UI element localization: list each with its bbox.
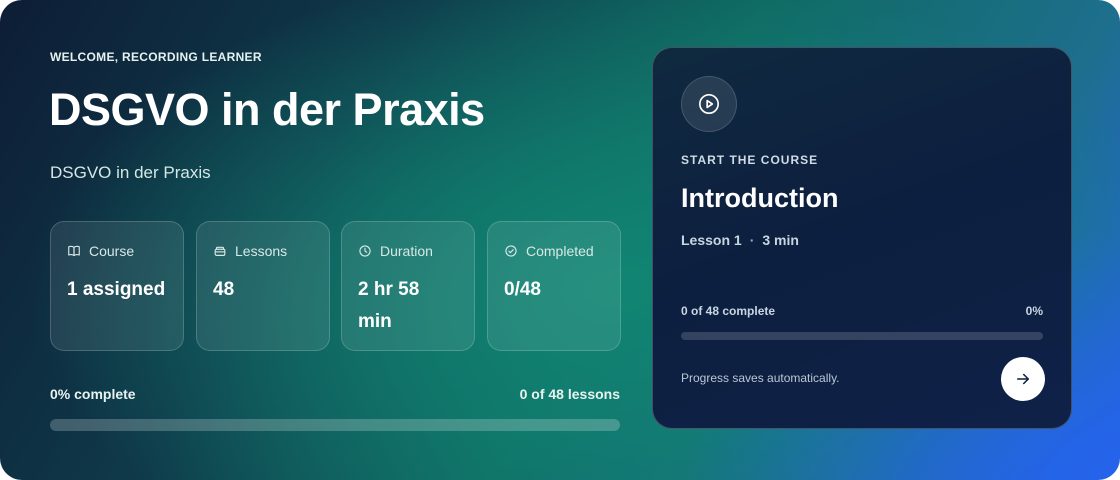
play-icon [699, 94, 719, 114]
start-course-card: START THE COURSE Introduction Lesson 1 ·… [652, 47, 1072, 429]
lesson-duration: 3 min [762, 232, 799, 248]
course-subtitle: DSGVO in der Praxis [50, 163, 211, 182]
stat-value: 1 assigned [67, 279, 166, 300]
stat-completed: Completed 0/48 [487, 221, 621, 351]
progress-percent-label: 0% complete [50, 386, 136, 402]
card-eyebrow: START THE COURSE [681, 153, 819, 167]
autosave-note: Progress saves automatically. [681, 371, 840, 385]
arrow-right-icon [1017, 373, 1029, 385]
card-progress-bar [681, 332, 1043, 340]
card-progress-meta: 0 of 48 complete 0% [681, 304, 1043, 318]
stat-label: Duration [380, 243, 433, 259]
course-progress-meta: 0% complete 0 of 48 lessons [50, 386, 620, 402]
start-lesson-button[interactable] [1001, 357, 1045, 401]
stat-course: Course 1 assigned [50, 221, 184, 351]
stat-label: Completed [526, 243, 594, 259]
lesson-number: Lesson 1 [681, 232, 742, 248]
lesson-meta: Lesson 1 · 3 min [681, 232, 799, 248]
card-progress-percent: 0% [1025, 304, 1043, 318]
clock-icon [359, 245, 371, 257]
stack-icon [214, 246, 226, 256]
book-icon [68, 245, 80, 257]
stat-duration: Duration 2 hr 58 min [341, 221, 475, 351]
stat-value: 0/48 [504, 279, 541, 300]
play-button[interactable] [681, 76, 737, 132]
stat-value: 48 [213, 279, 235, 300]
stat-lessons: Lessons 48 [196, 221, 330, 351]
meta-separator: · [749, 232, 755, 248]
stat-value: 2 hr 58 min [358, 279, 420, 332]
stat-label: Course [89, 243, 135, 259]
welcome-eyebrow: WELCOME, RECORDING LEARNER [50, 50, 262, 64]
course-title: DSGVO in der Praxis [49, 84, 485, 135]
course-hero: WELCOME, RECORDING LEARNER DSGVO in der … [0, 0, 1120, 480]
course-progress-bar [50, 419, 620, 431]
lesson-title: Introduction [681, 183, 839, 213]
card-progress-label: 0 of 48 complete [681, 304, 776, 318]
progress-lessons-label: 0 of 48 lessons [519, 386, 620, 402]
stat-label: Lessons [235, 243, 288, 259]
check-circle-icon [505, 245, 517, 257]
